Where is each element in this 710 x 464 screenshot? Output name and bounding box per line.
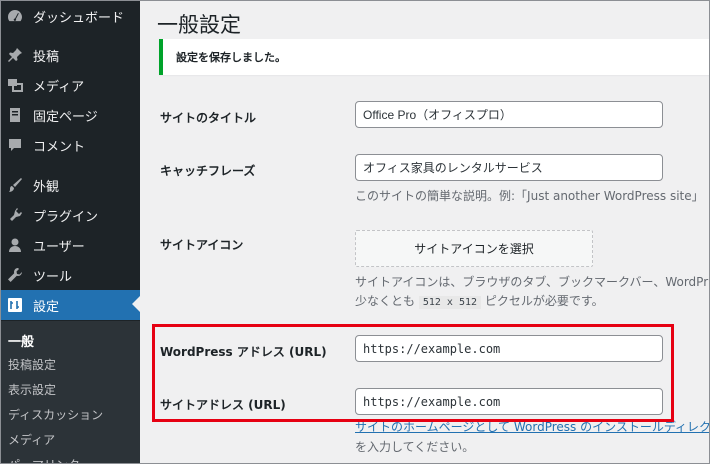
site-title-input[interactable]: Office Pro（オフィスプロ） bbox=[355, 101, 663, 128]
submenu-item-media[interactable]: メディア bbox=[8, 431, 55, 448]
site-address-label: サイトアドレス (URL) bbox=[160, 398, 286, 412]
tagline-description: このサイトの簡単な説明。例:「Just another WordPress si… bbox=[355, 189, 704, 203]
tagline-input[interactable]: オフィス家具のレンタルサービス bbox=[355, 154, 663, 181]
sidebar-item-pages[interactable]: 固定ページ bbox=[1, 100, 140, 130]
select-site-icon-label: サイトアイコンを選択 bbox=[414, 242, 534, 256]
sidebar-item-posts[interactable]: 投稿 bbox=[1, 40, 140, 70]
sidebar-item-label: 投稿 bbox=[33, 49, 60, 65]
site-title-label: サイトのタイトル bbox=[160, 111, 257, 125]
dashboard-icon bbox=[5, 6, 25, 26]
sidebar-item-label: プラグイン bbox=[33, 209, 99, 225]
sidebar-item-label: 設定 bbox=[33, 299, 60, 315]
wrench-icon bbox=[5, 265, 25, 285]
site-address-help-link[interactable]: サイトのホームページとして WordPress のインストールディレク bbox=[355, 418, 709, 435]
tagline-label: キャッチフレーズ bbox=[160, 164, 256, 178]
plugin-icon bbox=[5, 205, 25, 225]
sidebar-item-users[interactable]: ユーザー bbox=[1, 230, 140, 260]
active-menu-arrow bbox=[132, 296, 140, 312]
size-desc-pre: 少なくとも bbox=[355, 294, 416, 308]
main-content: 一般設定 設定を保存しました。 サイトのタイトル Office Pro（オフィス… bbox=[140, 1, 709, 463]
wp-address-label: WordPress アドレス (URL) bbox=[160, 345, 327, 359]
sidebar-item-settings[interactable]: 設定 bbox=[1, 290, 140, 320]
sidebar-item-label: コメント bbox=[33, 139, 86, 155]
submenu-item-reading[interactable]: 表示設定 bbox=[8, 381, 56, 398]
success-notice: 設定を保存しました。 bbox=[159, 39, 709, 75]
submenu-item-permalinks[interactable]: パーマリンク bbox=[8, 456, 80, 463]
settings-icon bbox=[5, 295, 25, 315]
size-code: 512 x 512 bbox=[418, 296, 482, 309]
sidebar-item-label: 固定ページ bbox=[33, 109, 98, 125]
page-title: 一般設定 bbox=[157, 13, 241, 37]
submenu-item-general[interactable]: 一般 bbox=[8, 331, 34, 350]
admin-sidebar: ダッシュボード 投稿 メディア 固定ページ コメント 外観 プラグイン ユーザー… bbox=[1, 1, 140, 463]
sidebar-item-plugins[interactable]: プラグイン bbox=[1, 200, 140, 230]
select-site-icon-button[interactable]: サイトアイコンを選択 bbox=[355, 230, 593, 267]
submenu-item-writing[interactable]: 投稿設定 bbox=[8, 356, 56, 373]
site-icon-description: サイトアイコンは、ブラウザのタブ、ブックマークバー、WordPr bbox=[355, 275, 709, 289]
sidebar-item-label: メディア bbox=[33, 79, 85, 95]
sidebar-item-label: ユーザー bbox=[33, 239, 85, 255]
wp-admin-window: ダッシュボード 投稿 メディア 固定ページ コメント 外観 プラグイン ユーザー… bbox=[0, 0, 710, 464]
brush-icon bbox=[5, 175, 25, 195]
size-desc-post: ピクセルが必要です。 bbox=[484, 294, 604, 308]
sidebar-item-label: 外観 bbox=[33, 179, 60, 195]
sidebar-item-appearance[interactable]: 外観 bbox=[1, 170, 140, 200]
user-icon bbox=[5, 235, 25, 255]
sidebar-item-media[interactable]: メディア bbox=[1, 70, 140, 100]
pin-icon bbox=[5, 45, 25, 65]
sidebar-item-label: ツール bbox=[33, 269, 73, 285]
notice-text: 設定を保存しました。 bbox=[176, 51, 286, 64]
comment-icon bbox=[5, 135, 25, 155]
site-address-input[interactable]: https://example.com bbox=[355, 388, 663, 415]
site-address-description: を入力してください。 bbox=[355, 440, 475, 454]
site-icon-label: サイトアイコン bbox=[160, 238, 244, 252]
wp-address-input[interactable]: https://example.com bbox=[355, 335, 663, 362]
sidebar-item-tools[interactable]: ツール bbox=[1, 260, 140, 290]
settings-submenu: 一般 投稿設定 表示設定 ディスカッション メディア パーマリンク bbox=[1, 321, 140, 463]
sidebar-item-dashboard[interactable]: ダッシュボード bbox=[1, 1, 140, 31]
sidebar-item-label: ダッシュボード bbox=[33, 10, 125, 26]
site-icon-size-description: 少なくとも 512 x 512 ピクセルが必要です。 bbox=[355, 292, 604, 309]
sidebar-item-comments[interactable]: コメント bbox=[1, 130, 140, 160]
submenu-item-discussion[interactable]: ディスカッション bbox=[8, 406, 103, 423]
page-icon bbox=[5, 105, 25, 125]
media-icon bbox=[5, 75, 25, 95]
